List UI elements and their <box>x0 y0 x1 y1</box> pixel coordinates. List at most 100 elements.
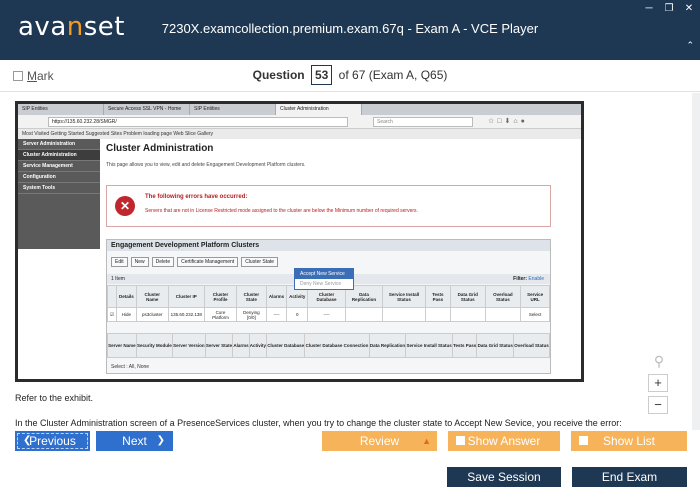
browser-url-bar: https://135.60.232.28/SMGR/ Search ☆□⬇⌂● <box>18 115 581 129</box>
table-cell: ☑ <box>106 307 118 322</box>
table-header: Data Grid Status <box>449 285 486 308</box>
filter: Filter: Enable <box>513 276 544 282</box>
zoom-in-button[interactable]: + <box>648 374 668 392</box>
chevron-up-icon[interactable]: ⌃ <box>686 40 694 51</box>
exhibit-page-desc: This page allows you to view, edit and d… <box>106 162 306 168</box>
table-header: Tests Pass <box>424 285 451 308</box>
table-cell: Core Platform <box>203 307 238 322</box>
table-header: Data Replication <box>368 333 407 358</box>
table-cell: Select <box>520 307 550 322</box>
browser-tab: SIP Entities <box>190 104 276 115</box>
panel-title: Engagement Development Platform Clusters <box>107 240 550 251</box>
table-header: Cluster Name <box>135 285 169 308</box>
minimize-icon[interactable]: ─ <box>644 3 654 14</box>
cluster-state-button: Cluster State <box>241 257 279 267</box>
cluster-state-dropdown: Accept New Service Deny New Service <box>294 268 354 290</box>
table-cell: ---- <box>307 307 346 322</box>
browser-address: https://135.60.232.28/SMGR/ <box>48 117 348 127</box>
exhibit-main: Cluster Administration This page allows … <box>106 139 571 375</box>
table-header: Cluster Database <box>266 333 306 358</box>
table-header <box>106 285 118 308</box>
clusters-panel: Engagement Development Platform Clusters… <box>106 239 551 374</box>
exhibit-page-title: Cluster Administration <box>106 143 214 154</box>
browser-tab-active: Cluster Administration <box>276 104 362 115</box>
table-cell <box>344 307 384 322</box>
question-indicator: Question 53 of 67 (Exam A, Q65) <box>0 65 700 85</box>
previous-button[interactable]: ❮ Previous <box>15 431 90 451</box>
show-list-button[interactable]: Show List <box>571 431 687 451</box>
checkbox-icon[interactable] <box>456 436 465 445</box>
select-info: Select : All, None <box>111 364 150 370</box>
table-header: Cluster Database Connection <box>304 333 370 358</box>
dropdown-option: Deny New Service <box>300 281 342 287</box>
table-cell <box>449 307 486 322</box>
table-header: Activity <box>248 333 268 358</box>
table-header: Service Install Status <box>405 333 453 358</box>
show-answer-button[interactable]: Show Answer <box>448 431 560 451</box>
question-total: of 67 (Exam A, Q65) <box>338 68 448 82</box>
table-header: Cluster IP <box>167 285 205 308</box>
items-count: 1 Item <box>111 276 125 282</box>
table-header: Cluster Profile <box>203 285 238 308</box>
table-header: Overload Status <box>513 333 550 358</box>
checkbox-icon[interactable] <box>579 436 588 445</box>
zoom-out-button[interactable]: − <box>648 396 668 414</box>
table-header: Overload Status <box>484 285 522 308</box>
sidenav-item: System Tools <box>18 183 100 194</box>
browser-tab: Secure Access SSL VPN - Home <box>104 104 190 115</box>
table-cell: 135.60.232.138 <box>167 307 205 322</box>
close-icon[interactable]: ✕ <box>684 3 694 14</box>
question-bar: Mark Question 53 of 67 (Exam A, Q65) <box>0 60 700 92</box>
magnifier-icon: ⚲ <box>653 353 665 369</box>
next-button[interactable]: Next ❯ <box>96 431 173 451</box>
flag-triangle-icon: ▲ <box>422 436 431 446</box>
window-title: 7230X.examcollection.premium.exam.67q - … <box>161 21 539 36</box>
content-scrollbar[interactable] <box>692 93 700 430</box>
arrow-right-icon: ❯ <box>156 435 165 446</box>
table-cell: 0 <box>286 307 309 322</box>
sidenav-item: Service Management <box>18 161 100 172</box>
table-cell <box>424 307 451 322</box>
table-cell: ---- <box>265 307 288 322</box>
error-title: The following errors have occurred: <box>145 194 248 200</box>
table-header: Tests Pass <box>451 333 478 358</box>
edit-button: Edit <box>111 257 128 267</box>
table-header: Data Grid Status <box>476 333 515 358</box>
browser-toolbar-icons: ☆□⬇⌂● <box>488 118 528 125</box>
servers-table: Server Name Security Module Server Versi… <box>107 333 550 358</box>
table-header: Security Module <box>135 333 173 358</box>
restore-icon[interactable]: ❐ <box>664 3 674 14</box>
question-text: Refer to the exhibit. <box>15 393 94 403</box>
table-cell <box>382 307 426 322</box>
sidenav-item: Configuration <box>18 172 100 183</box>
browser-search: Search <box>373 117 473 127</box>
dropdown-option: Accept New Service <box>295 269 353 279</box>
table-header: Server Name <box>107 333 137 358</box>
question-number-input[interactable]: 53 <box>310 65 333 85</box>
new-button: New <box>130 257 149 267</box>
table-row: ☑ Hide ps3cluster 135.60.232.138 Core Pl… <box>106 307 550 322</box>
error-box: ✕ The following errors have occurred: Se… <box>106 185 551 227</box>
table-header: Server Version <box>171 333 206 358</box>
error-icon: ✕ <box>115 196 135 216</box>
error-message: Servers that are not in License Restrict… <box>145 208 418 214</box>
end-exam-button[interactable]: End Exam <box>572 467 687 487</box>
table-header: Alarms <box>232 333 250 358</box>
cert-mgmt-button: Certificate Management <box>177 257 239 267</box>
table-header: Cluster State <box>236 285 267 308</box>
footer: ❮ Previous Next ❯ Review ▲ Show Answer S… <box>0 430 700 500</box>
zoom-controls: ⚲ + − <box>648 353 670 414</box>
browser-tabs: SIP Entities Secure Access SSL VPN - Hom… <box>18 104 581 115</box>
sidenav-item: Cluster Administration <box>18 150 100 161</box>
question-prefix: Question <box>252 68 305 82</box>
table-cell: Denying [0/0] <box>236 307 267 322</box>
sidenav-item: Server Administration <box>18 139 100 150</box>
save-session-button[interactable]: Save Session <box>447 467 561 487</box>
question-content: SIP Entities Secure Access SSL VPN - Hom… <box>0 93 700 430</box>
review-button[interactable]: Review ▲ <box>322 431 437 451</box>
browser-bookmarks: Most Visited Getting Started Suggested S… <box>18 129 581 139</box>
clusters-table: Details Cluster Name Cluster IP Cluster … <box>106 285 550 322</box>
table-cell <box>484 307 522 322</box>
exhibit-screenshot: SIP Entities Secure Access SSL VPN - Hom… <box>18 104 581 379</box>
delete-button: Delete <box>151 257 175 267</box>
